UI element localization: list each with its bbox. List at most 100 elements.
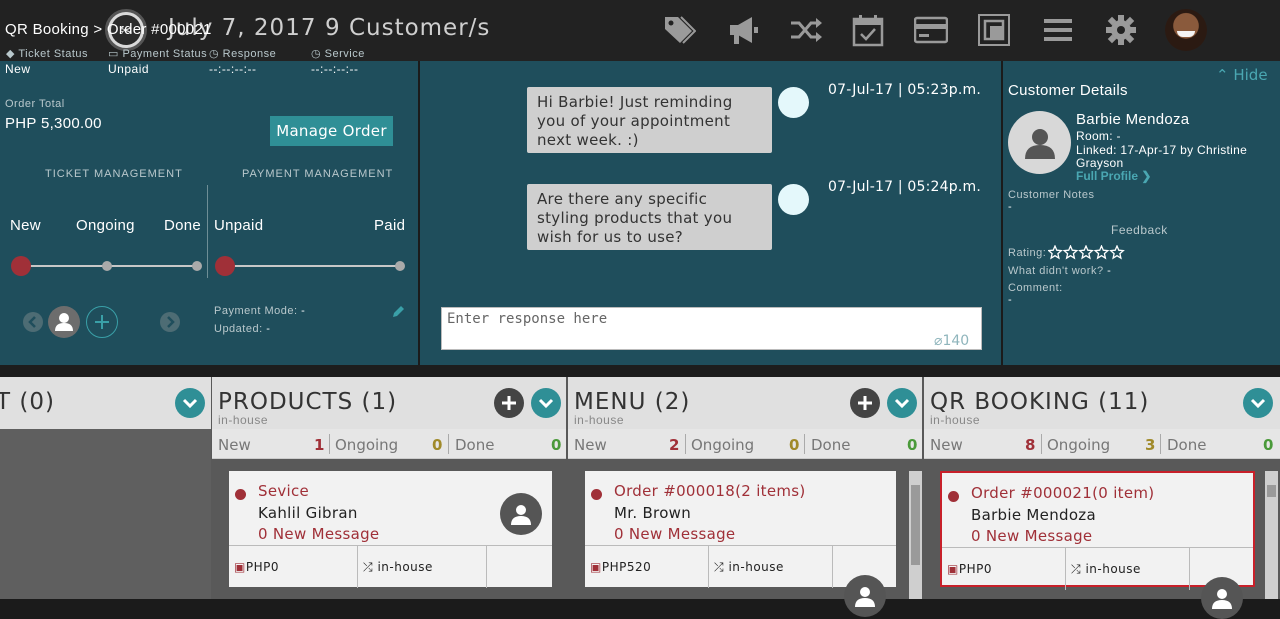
rating-stars[interactable] [1047,244,1126,266]
card-customer: Mr. Brown [614,504,692,522]
collapse-column-button[interactable] [1243,388,1273,418]
status-new[interactable]: New [574,436,607,454]
column-subtitle: in-house [218,413,269,427]
status-dot [948,491,959,502]
chevron-circle-right-icon: ❯ [1141,169,1152,183]
card-title: Order #000021(0 item) [971,484,1155,502]
user-icon [1024,128,1055,159]
prev-arrow-button[interactable] [23,312,43,332]
column-title: PRODUCTS (1) [218,389,398,415]
ticket-stage-ongoing: Ongoing [76,217,135,234]
full-profile-link[interactable]: Full Profile ❯ [1076,169,1151,183]
column-subtitle: in-house [574,413,625,427]
add-item-button[interactable] [494,388,524,418]
payment-stage-paid-dot[interactable] [395,261,405,271]
column-header: PRODUCTS (1) in-house [212,377,566,429]
credit-card-icon[interactable] [914,13,948,47]
scrollbar-thumb[interactable] [1267,485,1276,497]
card-price: ▣PHP0 [942,548,1066,590]
assignee-avatar[interactable] [48,306,80,338]
megaphone-icon[interactable] [726,13,760,47]
user-icon [55,313,73,331]
collapse-column-button[interactable] [531,388,561,418]
customer-notes-value: - [1008,201,1013,213]
chevron-down-icon [538,398,554,409]
add-item-button[interactable] [850,388,880,418]
didnt-work-row: What didn't work? - [1008,265,1112,277]
divider [1160,434,1161,454]
divider [804,434,805,454]
sender-avatar [778,184,809,215]
status-new[interactable]: New [930,436,963,454]
count-new: 2 [669,436,680,454]
card-type: ⤮ in-house [358,546,487,588]
add-assignee-button[interactable] [86,306,118,338]
sender-avatar [778,87,809,118]
payment-management-title: PAYMENT MANAGEMENT [242,168,394,180]
board-column-products: PRODUCTS (1) in-house New 1 Ongoing 0 Do… [212,377,566,599]
board-column-menu: MENU (2) in-house New 2 Ongoing 0 Done 0… [568,377,922,617]
chevron-down-icon [894,398,910,409]
status-done[interactable]: Done [1167,436,1206,454]
status-ongoing[interactable]: Ongoing [335,436,398,454]
breadcrumb: QR Booking > Order #000021 [5,21,212,38]
count-ongoing: 0 [432,436,443,454]
divider [685,434,686,454]
card-title: Sevice [258,482,310,500]
ticket-card[interactable]: Sevice Kahlil Gibran 0 New Message ▣PHP0… [229,471,552,588]
tag-icon[interactable] [662,13,696,47]
status-dot [235,489,246,500]
ticket-status-value: New [5,62,31,76]
ticket-stage-new-dot[interactable] [11,256,31,276]
chevron-right-icon [167,316,175,328]
next-arrow-button[interactable] [160,312,180,332]
ticket-stage-done: Done [164,217,202,234]
money-icon: ▣ [590,560,602,574]
shuffle-icon: ⤮ [714,560,725,574]
status-new[interactable]: New [218,436,251,454]
count-ongoing: 0 [789,436,800,454]
customer-name: Barbie Mendoza [1076,111,1190,128]
customer-notes-label: Customer Notes [1008,189,1095,201]
count-done: 0 [1263,436,1274,454]
customer-linked-cont: Grayson [1076,156,1124,170]
edit-icon[interactable] [391,305,405,324]
status-done[interactable]: Done [455,436,494,454]
chat-message: Are there any specific styling products … [527,184,772,250]
user-avatar[interactable] [1165,9,1207,51]
response-placeholder: Enter response here [447,311,608,327]
collapse-column-button[interactable] [175,388,205,418]
chevron-down-icon [1250,398,1266,409]
ticket-card-selected[interactable]: Order #000021(0 item) Barbie Mendoza 0 N… [940,471,1255,619]
menu-icon[interactable] [1041,13,1075,47]
scrollbar-thumb[interactable] [911,485,920,565]
plus-icon [95,315,109,329]
manage-order-button[interactable]: Manage Order [270,116,393,146]
shuffle-icon[interactable] [789,13,823,47]
payment-stage-unpaid-dot[interactable] [215,256,235,276]
response-label: ◷ Response [209,48,277,60]
service-value: --:--:--:-- [311,62,359,76]
ticket-stage-ongoing-dot[interactable] [102,261,112,271]
column-scrollbar[interactable] [909,471,922,599]
column-scrollbar[interactable] [1265,471,1278,599]
chevron-down-icon [182,398,198,409]
chevron-up-icon: ⌃ [1216,66,1229,84]
status-done[interactable]: Done [811,436,850,454]
clock-icon: ◷ [311,48,322,60]
ticket-stage-done-dot[interactable] [192,261,202,271]
collapse-column-button[interactable] [887,388,917,418]
hide-link[interactable]: ⌃ Hide [1216,66,1268,84]
money-icon: ▣ [947,562,959,576]
rating-label: Rating: [1008,247,1047,259]
card-price: ▣PHP0 [229,546,358,588]
shuffle-icon: ⤮ [1071,562,1082,576]
status-ongoing[interactable]: Ongoing [691,436,754,454]
gear-icon[interactable] [1104,13,1138,47]
user-icon [511,505,531,525]
count-done: 0 [551,436,562,454]
calendar-check-icon[interactable] [851,13,885,47]
status-ongoing[interactable]: Ongoing [1047,436,1110,454]
resize-icon[interactable] [977,13,1011,47]
ticket-card[interactable]: Order #000018(2 items) Mr. Brown 0 New M… [585,471,896,617]
